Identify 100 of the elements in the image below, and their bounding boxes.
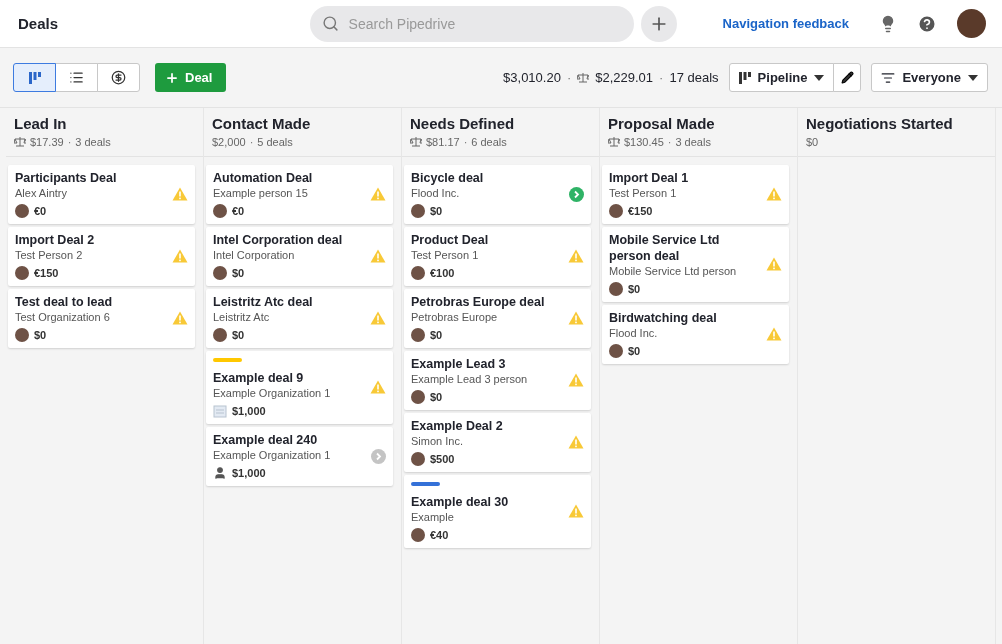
deal-title: Mobile Service Ltd person deal (609, 232, 721, 264)
deal-value: €40 (430, 529, 449, 541)
caret-icon (814, 74, 825, 81)
deal-value: $1,000 (232, 405, 266, 417)
deal-card[interactable]: Example Lead 3 Example Lead 3 person $0 (404, 351, 591, 410)
add-deal-button[interactable]: Deal (155, 63, 227, 92)
deal-title: Import Deal 1 (609, 170, 690, 186)
deal-value: €0 (34, 205, 47, 217)
stage-amount: $2,000 (212, 136, 246, 148)
warning-icon (568, 373, 584, 387)
deal-card[interactable]: Example Deal 2 Simon Inc. $500 (404, 413, 591, 472)
deal-title: Intel Corporation deal (213, 232, 344, 248)
avatar-circle (609, 204, 623, 218)
deal-contact: Alex Aintry (15, 186, 68, 201)
deal-card[interactable]: Automation Deal Example person 15 €0 (206, 165, 393, 224)
deal-value: €150 (34, 267, 59, 279)
view-toggle[interactable] (55, 63, 98, 92)
add-button[interactable] (640, 5, 677, 42)
forecast-icon (111, 70, 126, 85)
deal-contact: Test Organization 6 (15, 310, 111, 325)
avatar-circle (15, 328, 29, 342)
filter-icon (881, 70, 896, 85)
deal-value: $0 (430, 205, 443, 217)
deal-card[interactable]: Bicycle deal Flood Inc. $0 (404, 165, 591, 224)
search-icon (321, 15, 339, 32)
edit-button[interactable] (833, 63, 862, 92)
deal-contact: Test Person 1 (411, 248, 480, 263)
deal-value: €150 (628, 205, 653, 217)
stage-deal-count: 5 deals (257, 136, 293, 148)
deal-card[interactable]: Leistritz Atc deal Leistritz Atc $0 (206, 289, 393, 348)
deal-card[interactable]: Example deal 9 Example Organization 1 $1,000 (206, 351, 393, 424)
warning-icon (172, 311, 188, 325)
warning-icon (370, 249, 386, 263)
stage-title: Proposal Made (608, 115, 716, 132)
deal-value: $0 (628, 283, 641, 295)
deal-value: $0 (430, 391, 443, 403)
avatar-circle (15, 266, 29, 280)
deal-title: Example Lead 3 (411, 356, 507, 372)
deal-contact: Mobile Service Ltd person (609, 264, 738, 279)
owner-filter[interactable]: Everyone (871, 63, 988, 92)
deal-card[interactable]: Test deal to lead Test Organization 6 $0 (8, 289, 195, 348)
deal-value: €100 (430, 267, 455, 279)
deal-title: Import Deal 2 (15, 232, 96, 248)
deal-title: Example deal 9 (213, 370, 305, 386)
deal-contact: Simon Inc. (411, 434, 464, 449)
search-field[interactable]: Search Pipedrive (309, 5, 634, 42)
warning-icon (568, 311, 584, 325)
deal-title: Birdwatching deal (609, 310, 718, 326)
search-input[interactable]: Search Pipedrive (346, 14, 622, 33)
stage-deal-count: 6 deals (471, 136, 507, 148)
deal-card[interactable]: Import Deal 1 Test Person 1 €150 (602, 165, 789, 224)
separator-dot: · (463, 136, 468, 148)
caret-icon (968, 74, 978, 81)
deal-value: $1,000 (232, 467, 266, 479)
deal-contact: Example person 15 (213, 186, 309, 201)
deal-card[interactable]: Import Deal 2 Test Person 2 €150 (8, 227, 195, 286)
deal-card[interactable]: Petrobras Europe deal Petrobras Europe $0 (404, 289, 591, 348)
avatar-circle (15, 204, 29, 218)
deal-title: Petrobras Europe deal (411, 294, 546, 310)
deal-card[interactable]: Participants Deal Alex Aintry €0 (8, 165, 195, 224)
deal-card[interactable]: Birdwatching deal Flood Inc. $0 (602, 305, 789, 364)
deal-card[interactable]: Example deal 240 Example Organization 1 $1,000 (206, 427, 393, 486)
person-icon (213, 466, 227, 480)
avatar-circle (411, 328, 425, 342)
deal-value: $0 (232, 329, 245, 341)
scale-icon (410, 137, 422, 147)
deal-contact: Example Organization 1 (213, 386, 332, 401)
warning-icon (172, 249, 188, 263)
view-toggle[interactable] (13, 63, 56, 92)
avatar-circle (411, 204, 425, 218)
avatar-circle (213, 328, 227, 342)
user-avatar[interactable] (957, 9, 986, 38)
deal-card[interactable]: Mobile Service Ltd person deal Mobile Service Ltd person $0 (602, 227, 789, 302)
help-button[interactable] (917, 13, 937, 34)
scale-icon (577, 72, 590, 83)
plus-icon (165, 70, 179, 85)
pencil-icon (840, 71, 854, 84)
deal-card[interactable]: Intel Corporation deal Intel Corporation $0 (206, 227, 393, 286)
deal-value: $0 (232, 267, 245, 279)
deal-card[interactable]: Product Deal Test Person 1 €100 (404, 227, 591, 286)
deal-title: Leistritz Atc deal (213, 294, 314, 310)
deal-title: Participants Deal (15, 170, 118, 186)
warning-icon (370, 187, 386, 201)
stage-title: Lead In (14, 115, 68, 132)
deal-title: Test deal to lead (15, 294, 113, 310)
avatar-circle (411, 266, 425, 280)
organization-icon (213, 404, 227, 418)
deal-contact: Example Lead 3 person (411, 372, 529, 387)
pipeline-select[interactable]: Pipeline (728, 63, 835, 92)
feedback-link[interactable]: Navigation feedback (722, 16, 849, 31)
deal-card[interactable]: Example deal 30 Example €40 (404, 475, 591, 548)
stage-amount: $17.39 (30, 136, 64, 148)
deal-title: Automation Deal (213, 170, 314, 186)
warning-icon (766, 257, 782, 271)
deal-value: $0 (34, 329, 47, 341)
deal-contact: Test Person 2 (15, 248, 84, 263)
view-toggle[interactable] (97, 63, 140, 92)
separator-dot: · (667, 136, 672, 148)
scale-icon (14, 137, 26, 147)
stage-amount: $81.17 (426, 136, 460, 148)
